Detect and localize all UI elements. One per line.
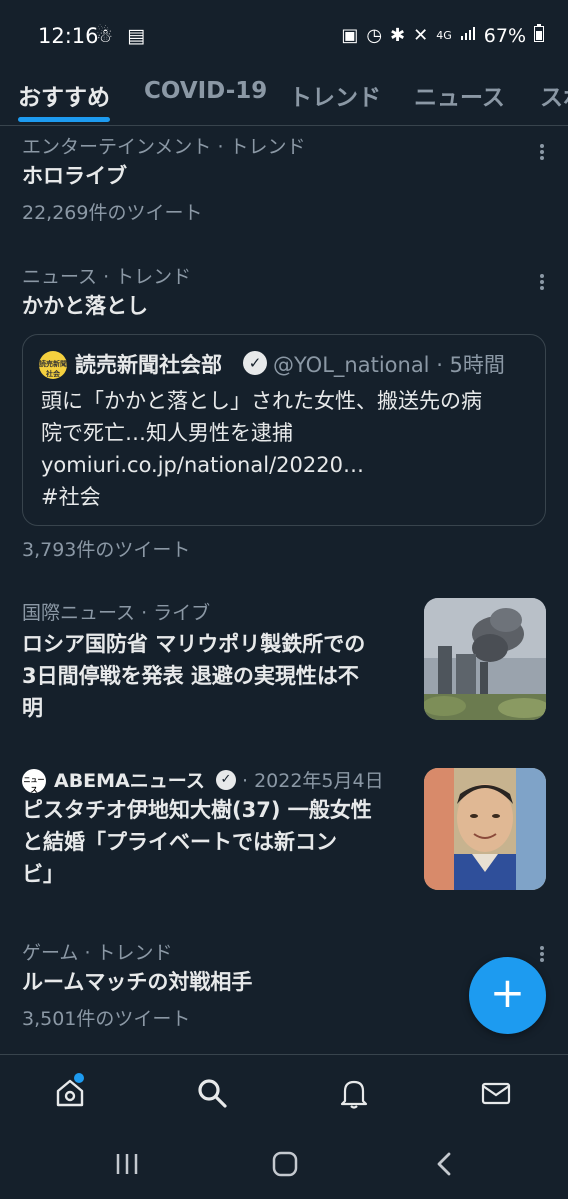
- avatar: ニュース: [22, 769, 46, 793]
- notification-dot: [74, 1073, 84, 1083]
- news-thumbnail: [424, 768, 546, 890]
- quote-text: 頭に「かかと落とし」された女性、搬送先の病 院で死亡…知人男性を逮捕 yomiu…: [41, 385, 541, 513]
- news-meta: 国際ニュース · ライブ: [22, 602, 211, 624]
- trend-count: 22,269件のツイート: [22, 202, 203, 224]
- quote-author: 読売新聞社会部: [75, 353, 222, 377]
- mute-icon: ✕: [413, 25, 429, 46]
- explore-screen: 12:16 ☃ ▤ ▣ ◷ ✱ ✕ 4G 67% おすすめ COVID-19 ト…: [0, 0, 568, 1199]
- recent-apps-icon[interactable]: [114, 1150, 140, 1182]
- tab-news[interactable]: ニュース: [414, 78, 505, 112]
- status-bar: 12:16 ☃ ▤ ▣ ◷ ✱ ✕ 4G 67%: [0, 0, 568, 72]
- news-date: · 2022年5月4日: [242, 770, 384, 792]
- bottom-navigation: [0, 1054, 568, 1134]
- news-title: ピスタチオ伊地知大樹(37) 一般女性 と結婚「プライベートでは新コン ビ」: [22, 798, 372, 886]
- tab-for-you[interactable]: おすすめ: [18, 78, 110, 112]
- quote-handle: @YOL_national · 5時間: [273, 353, 505, 377]
- messages-icon[interactable]: [478, 1075, 518, 1115]
- verified-icon: ✓: [243, 351, 267, 375]
- more-options-icon[interactable]: [540, 142, 544, 162]
- notifications-icon[interactable]: [336, 1075, 376, 1115]
- quote-link[interactable]: yomiuri.co.jp/national/20220…: [41, 449, 541, 481]
- battery-icon: [534, 24, 544, 47]
- trend-meta: ニュース · トレンド: [22, 266, 192, 288]
- hashtag-link[interactable]: #社会: [41, 481, 541, 513]
- network-type: 4G: [436, 28, 452, 42]
- news-title: ロシア国防省 マリウポリ製鉄所での 3日間停戦を発表 退避の実現性は不 明: [22, 632, 366, 720]
- avatar: 読売新聞 社会: [39, 351, 67, 379]
- news-thumbnail: [424, 598, 546, 720]
- status-right-icons: ▣ ◷ ✱ ✕ 4G 67%: [341, 24, 544, 47]
- bluetooth-icon: ✱: [390, 25, 406, 46]
- alarm-icon: ◷: [366, 25, 383, 46]
- trend-meta: ゲーム · トレンド: [22, 942, 173, 964]
- signal-icon: [460, 25, 476, 46]
- explore-tabs: おすすめ COVID-19 トレンド ニュース スポ: [0, 72, 568, 126]
- compose-tweet-button[interactable]: +: [469, 957, 546, 1034]
- home-button-icon[interactable]: [271, 1150, 299, 1182]
- trend-item[interactable]: エンターテインメント · トレンド ホロライブ 22,269件のツイート: [0, 126, 568, 236]
- trend-meta: エンターテインメント · トレンド: [22, 136, 306, 158]
- trend-count: 3,501件のツイート: [22, 1008, 191, 1030]
- home-icon[interactable]: [52, 1073, 92, 1115]
- more-options-icon[interactable]: [540, 272, 544, 292]
- tab-trending[interactable]: トレンド: [289, 78, 381, 112]
- tab-covid19[interactable]: COVID-19: [144, 78, 267, 104]
- trend-title: ホロライブ: [22, 164, 127, 188]
- trend-count: 3,793件のツイート: [22, 539, 191, 561]
- battery-percent: 67%: [483, 24, 526, 47]
- trend-title: ルームマッチの対戦相手: [22, 970, 253, 994]
- notification-icons: ☃ ▤: [96, 25, 150, 47]
- battery-saver-icon: ▣: [341, 25, 359, 46]
- back-icon[interactable]: [432, 1150, 456, 1182]
- tab-sports[interactable]: スポ: [540, 78, 568, 112]
- more-options-icon[interactable]: [540, 944, 544, 964]
- news-source: ABEMAニュース: [54, 770, 205, 792]
- verified-icon: ✓: [216, 770, 236, 790]
- active-tab-indicator: [18, 117, 110, 122]
- news-item[interactable]: 国際ニュース · ライブ ロシア国防省 マリウポリ製鉄所での 3日間停戦を発表 …: [0, 596, 568, 726]
- quoted-tweet[interactable]: 読売新聞 社会 読売新聞社会部 ✓ @YOL_national · 5時間 頭に…: [22, 334, 546, 526]
- status-time: 12:16: [38, 24, 99, 48]
- trend-title: かかと落とし: [22, 294, 148, 318]
- search-icon[interactable]: [194, 1075, 234, 1115]
- system-navigation-bar: [0, 1134, 568, 1199]
